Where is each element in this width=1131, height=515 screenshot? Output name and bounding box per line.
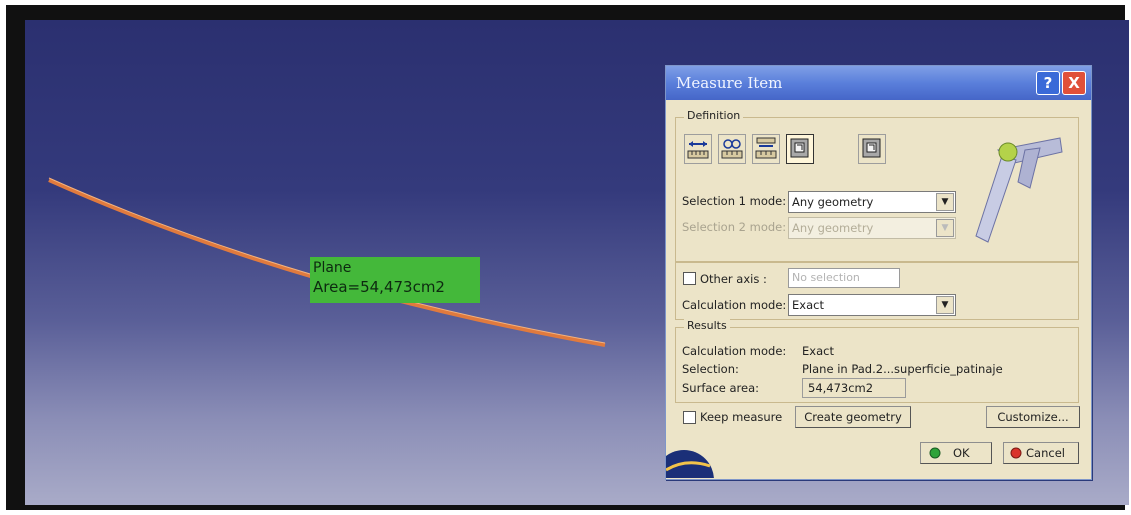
close-icon[interactable]: X [1062,71,1086,95]
chevron-down-icon: ▼ [936,219,954,237]
selection1-mode-value: Any geometry [792,195,874,209]
selection1-mode-dropdown[interactable]: Any geometry ▼ [788,191,956,213]
chevron-down-icon[interactable]: ▼ [936,296,954,314]
ok-label: OK [953,446,970,460]
customize-button[interactable]: Customize... [986,406,1080,428]
cancel-icon [1010,447,1022,459]
ok-button[interactable]: OK [920,442,992,464]
selection2-mode-dropdown[interactable]: Any geometry ▼ [788,217,956,239]
selection2-mode-value: Any geometry [792,221,874,235]
selection2-mode-label: Selection 2 mode: [682,220,787,234]
surface-area-label: Surface area: [682,381,759,395]
surface-area-value: 54,473cm2 [808,381,874,395]
keep-measure-label: Keep measure [700,410,783,424]
other-axis-value: No selection [792,271,860,284]
help-icon[interactable]: ? [1036,71,1060,95]
surface-area-field: 54,473cm2 [802,378,906,398]
measure-surface-icon[interactable] [786,134,814,164]
selection1-mode-label: Selection 1 mode: [682,194,787,208]
measure-between-icon[interactable] [684,134,712,164]
dialog-title-bar[interactable]: Measure Item ? X [666,66,1091,100]
create-geometry-button[interactable]: Create geometry [795,406,911,428]
definition-legend: Definition [684,109,744,122]
calc-mode-dropdown[interactable]: Exact ▼ [788,294,956,316]
calc-mode-label: Calculation mode: [682,298,787,312]
result-selection-value: Plane in Pad.2...superficie_patinaje [802,362,1003,376]
result-calc-mode-label: Calculation mode: [682,344,787,358]
measure-thickness-icon[interactable] [752,134,780,164]
annotation-type: Plane [313,260,352,276]
keep-measure-checkbox[interactable] [683,411,696,424]
chevron-down-icon[interactable]: ▼ [936,193,954,211]
dialog-title: Measure Item [676,74,783,92]
result-calc-mode-value: Exact [802,344,834,358]
calc-mode-value: Exact [792,298,824,312]
caliper-icon [975,137,1063,243]
other-axis-field[interactable]: No selection [788,268,900,288]
other-axis-label: Other axis : [700,272,767,286]
measure-annotation[interactable]: Plane Area=54,473cm2 [310,257,480,303]
measure-inertia-icon[interactable] [858,134,886,164]
ok-icon [929,447,941,459]
measure-item-icon[interactable] [718,134,746,164]
earth-globe-icon [666,450,714,478]
result-selection-label: Selection: [682,362,739,376]
other-axis-checkbox[interactable] [683,272,696,285]
results-legend: Results [684,319,730,332]
cancel-button[interactable]: Cancel [1003,442,1079,464]
cancel-label: Cancel [1026,446,1065,460]
annotation-area: Area=54,473cm2 [313,278,445,296]
